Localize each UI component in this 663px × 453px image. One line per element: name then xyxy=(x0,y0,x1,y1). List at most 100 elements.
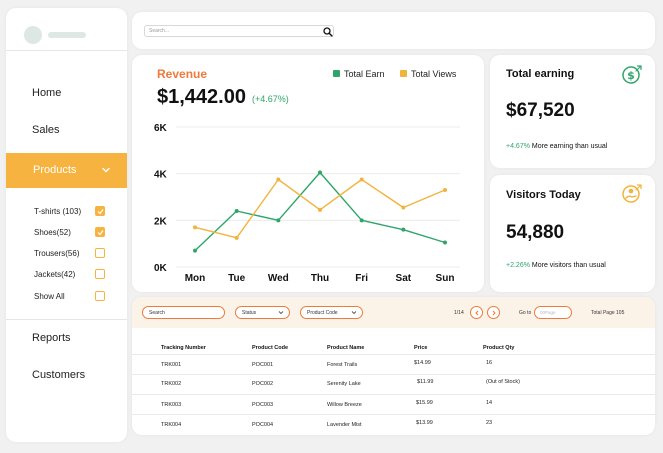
prev-page-button[interactable] xyxy=(470,306,483,319)
data-point[interactable] xyxy=(443,240,447,245)
column-header-price: Price xyxy=(414,345,428,351)
sidebar-item-label: Products xyxy=(33,164,77,176)
x-tick-label: Tue xyxy=(228,273,245,284)
stat-value: $67,520 xyxy=(506,100,575,121)
x-tick-label: Fri xyxy=(355,273,368,284)
data-point[interactable] xyxy=(443,188,447,192)
category-jackets: Jackets(42) xyxy=(34,270,76,279)
table-search-input[interactable]: Search xyxy=(142,306,225,319)
sidebar-item-sales[interactable]: Sales xyxy=(32,124,60,136)
cell-qty: (Out of Stock) xyxy=(486,379,520,385)
data-point[interactable] xyxy=(234,235,239,240)
data-point[interactable] xyxy=(234,209,239,213)
chevron-right-icon xyxy=(492,310,496,316)
product-code-dropdown[interactable]: Product Code xyxy=(300,306,363,319)
cell-price: $13.99 xyxy=(416,420,433,426)
x-tick-label: Thu xyxy=(311,273,329,284)
category-show-all: Show All xyxy=(34,292,65,301)
cell-name: Forest Trails xyxy=(327,362,358,368)
cell-tracking: TRK003 xyxy=(161,402,182,408)
logo-mark xyxy=(24,26,42,44)
cell-qty: 23 xyxy=(486,420,493,426)
sidebar-item-customers[interactable]: Customers xyxy=(32,369,85,381)
chevron-down-icon xyxy=(278,311,284,315)
category-shoes-checkbox[interactable] xyxy=(95,227,105,237)
total-pages: Total Page 105 xyxy=(591,310,625,316)
table-divider xyxy=(132,354,655,355)
cell-name: Serenity Lake xyxy=(327,381,361,387)
products-table-card: Search Status Product Code 1/14 Go to 00… xyxy=(132,297,655,435)
x-tick-label: Sun xyxy=(436,273,455,284)
dollar-arrow-icon: $ xyxy=(622,65,642,84)
chevron-left-icon xyxy=(475,310,479,316)
svg-text:$: $ xyxy=(627,69,635,82)
sidebar-item-reports[interactable]: Reports xyxy=(32,332,71,344)
data-point[interactable] xyxy=(401,205,406,210)
cell-tracking: TRK004 xyxy=(161,422,182,428)
cell-code: POC004 xyxy=(252,422,274,428)
stat-note: +2.26% More visitors than usual xyxy=(506,262,606,269)
goto-label: Go to xyxy=(519,310,532,316)
stat-value: 54,880 xyxy=(506,222,565,243)
next-page-button[interactable] xyxy=(487,306,500,319)
data-point[interactable] xyxy=(359,177,364,182)
cell-code: POC001 xyxy=(252,362,274,368)
category-show-all-checkbox[interactable] xyxy=(95,291,105,301)
cell-name: Willow Breeze xyxy=(327,402,362,408)
chevron-down-icon xyxy=(102,167,110,173)
goto-page-input[interactable]: 00Page xyxy=(534,306,572,319)
cell-qty: 14 xyxy=(486,400,493,406)
cell-price: $14.99 xyxy=(414,360,431,366)
chevron-down-icon xyxy=(351,311,357,315)
cell-code: POC002 xyxy=(252,381,274,387)
check-icon xyxy=(97,230,104,236)
sidebar-divider xyxy=(6,50,127,51)
y-tick-label: 4K xyxy=(154,170,168,181)
stat-title: Visitors Today xyxy=(506,189,581,201)
column-header-code: Product Code xyxy=(252,345,289,351)
data-point[interactable] xyxy=(318,170,322,175)
product-code-dropdown-label: Product Code xyxy=(307,310,338,316)
category-trousers-checkbox[interactable] xyxy=(95,248,105,258)
cell-qty: 16 xyxy=(486,360,493,366)
data-point[interactable] xyxy=(276,177,281,182)
logo-wordmark xyxy=(48,32,86,38)
x-tick-label: Mon xyxy=(185,273,206,284)
cell-price: $15.99 xyxy=(416,400,433,406)
data-point[interactable] xyxy=(359,218,364,223)
data-point[interactable] xyxy=(193,248,197,253)
visitors-today-card: Visitors Today 54,880 +2.26% More visito… xyxy=(490,175,655,292)
stat-note: +4.67% More earning than usual xyxy=(506,143,607,150)
category-shoes: Shoes(52) xyxy=(34,228,71,237)
check-icon xyxy=(97,209,104,215)
data-point[interactable] xyxy=(276,218,281,223)
data-point[interactable] xyxy=(318,207,322,212)
y-tick-label: 2K xyxy=(154,216,168,227)
stat-pct: +2.26% xyxy=(506,262,530,269)
y-tick-label: 6K xyxy=(154,123,168,134)
stat-note-text: More earning than usual xyxy=(529,143,608,150)
search-icon[interactable] xyxy=(323,27,333,37)
status-dropdown-label: Status xyxy=(242,310,257,316)
x-tick-label: Sat xyxy=(396,273,412,284)
data-point[interactable] xyxy=(193,225,197,230)
table-search-placeholder: Search xyxy=(149,310,165,316)
column-header-qty: Product Qty xyxy=(483,345,515,351)
table-filter-bar: Search Status Product Code 1/14 Go to 00… xyxy=(132,297,655,328)
status-dropdown[interactable]: Status xyxy=(235,306,290,319)
sidebar: Home Sales Products T-shirts (103) Shoes… xyxy=(6,8,127,442)
category-tshirts-checkbox[interactable] xyxy=(95,206,105,216)
revenue-card: Revenue $1,442.00 (+4.67%) Total Earn To… xyxy=(132,55,484,292)
sidebar-item-home[interactable]: Home xyxy=(32,87,61,99)
x-tick-label: Wed xyxy=(268,273,289,284)
category-jackets-checkbox[interactable] xyxy=(95,269,105,279)
category-tshirts: T-shirts (103) xyxy=(34,207,82,216)
search-input[interactable]: Search... xyxy=(144,25,334,37)
y-tick-label: 0K xyxy=(154,263,168,274)
column-header-name: Product Name xyxy=(327,345,365,351)
table-divider xyxy=(132,374,655,375)
sidebar-item-products[interactable]: Products xyxy=(6,153,127,188)
data-point[interactable] xyxy=(401,227,406,232)
cell-name: Lavender Mist xyxy=(327,422,362,428)
stat-pct: +4.67% xyxy=(506,143,530,150)
